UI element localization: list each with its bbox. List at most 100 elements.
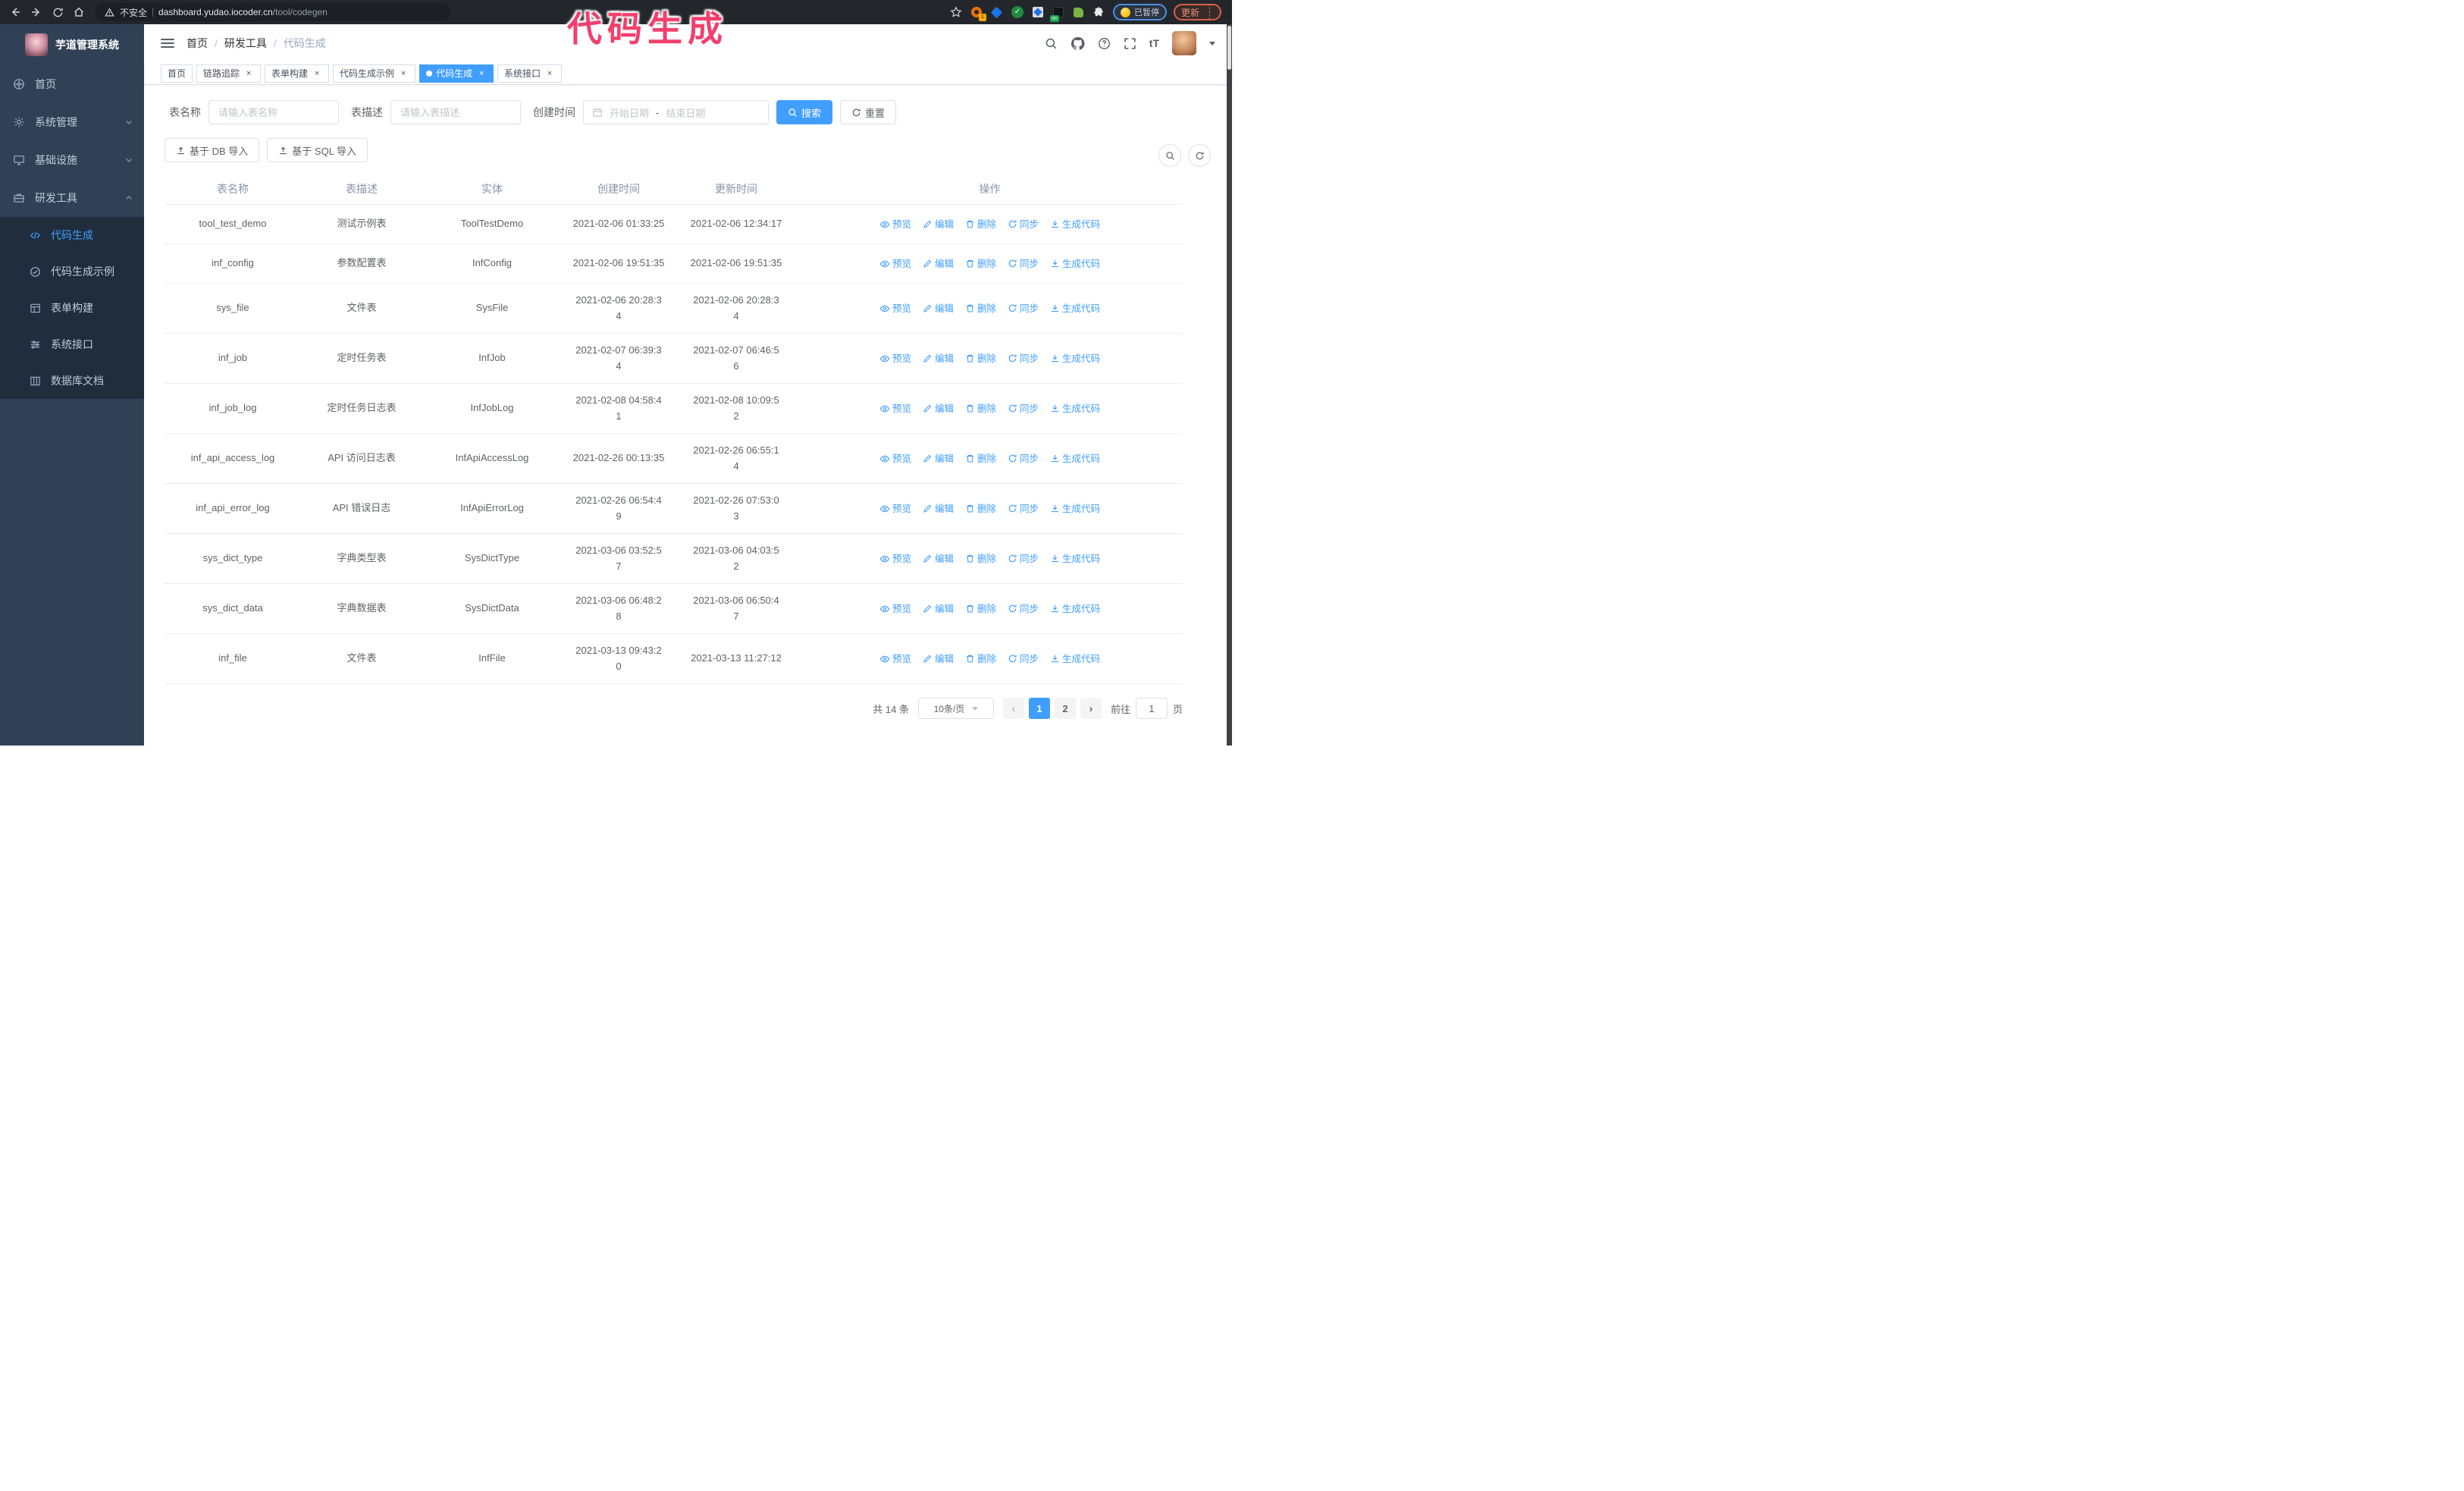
action-download-link[interactable]: 生成代码: [1050, 601, 1100, 617]
tab-5[interactable]: 系统接口 ×: [497, 64, 563, 83]
action-eye-link[interactable]: 预览: [879, 256, 911, 272]
avatar[interactable]: [1172, 31, 1196, 55]
sidebar-subitem-3[interactable]: 系统接口: [0, 326, 144, 363]
tab-1[interactable]: 链路追踪 ×: [196, 64, 262, 83]
action-download-link[interactable]: 生成代码: [1050, 401, 1100, 416]
action-trash-link[interactable]: 删除: [965, 601, 996, 617]
extension-orange-icon[interactable]: 1: [970, 5, 986, 21]
tab-0[interactable]: 首页: [161, 64, 193, 83]
action-sync-link[interactable]: 同步: [1008, 301, 1039, 316]
close-icon[interactable]: ×: [243, 68, 254, 79]
action-edit-link[interactable]: 编辑: [923, 451, 954, 466]
action-sync-link[interactable]: 同步: [1008, 401, 1039, 416]
page-size-select[interactable]: 10条/页: [917, 698, 994, 719]
page-button-2[interactable]: 2: [1054, 698, 1076, 719]
action-edit-link[interactable]: 编辑: [923, 651, 954, 667]
help-icon[interactable]: [1098, 37, 1111, 50]
action-download-link[interactable]: 生成代码: [1050, 217, 1100, 232]
header-search-icon[interactable]: [1045, 37, 1058, 50]
close-icon[interactable]: ×: [544, 68, 555, 79]
bookmark-star-icon[interactable]: [949, 5, 963, 19]
action-download-link[interactable]: 生成代码: [1050, 501, 1100, 516]
action-download-link[interactable]: 生成代码: [1050, 301, 1100, 316]
toggle-search-button[interactable]: [1158, 144, 1181, 167]
extension-check-icon[interactable]: ✓: [1011, 5, 1024, 19]
action-edit-link[interactable]: 编辑: [923, 551, 954, 567]
action-sync-link[interactable]: 同步: [1008, 601, 1039, 617]
extension-on-icon[interactable]: on: [1049, 5, 1065, 22]
search-button[interactable]: 搜索: [776, 100, 833, 124]
extension-green-icon[interactable]: [1072, 5, 1086, 19]
update-button[interactable]: 更新 ⋮ ⋮: [1173, 4, 1221, 20]
date-end-placeholder[interactable]: 结束日期: [666, 105, 705, 120]
reload-icon[interactable]: [49, 3, 67, 21]
extension-gem-icon[interactable]: [990, 5, 1004, 19]
fullscreen-icon[interactable]: [1124, 37, 1136, 50]
sidebar-item-3[interactable]: 研发工具: [0, 179, 144, 217]
action-download-link[interactable]: 生成代码: [1050, 451, 1100, 466]
action-eye-link[interactable]: 预览: [879, 451, 911, 466]
action-trash-link[interactable]: 删除: [965, 351, 996, 366]
action-trash-link[interactable]: 删除: [965, 301, 996, 316]
action-download-link[interactable]: 生成代码: [1050, 256, 1100, 272]
sidebar-subitem-4[interactable]: 数据库文档: [0, 363, 144, 399]
table-name-input[interactable]: [208, 100, 339, 124]
action-sync-link[interactable]: 同步: [1008, 651, 1039, 667]
extensions-puzzle-icon[interactable]: [1092, 5, 1106, 19]
sidebar-subitem-2[interactable]: 表单构建: [0, 290, 144, 326]
import-db-button[interactable]: 基于 DB 导入: [165, 138, 260, 162]
action-trash-link[interactable]: 删除: [965, 451, 996, 466]
action-download-link[interactable]: 生成代码: [1050, 351, 1100, 366]
tab-2[interactable]: 表单构建 ×: [265, 64, 330, 83]
action-trash-link[interactable]: 删除: [965, 501, 996, 516]
home-icon[interactable]: [70, 3, 88, 21]
action-trash-link[interactable]: 删除: [965, 651, 996, 667]
action-sync-link[interactable]: 同步: [1008, 551, 1039, 567]
date-start-placeholder[interactable]: 开始日期: [610, 105, 649, 120]
import-sql-button[interactable]: 基于 SQL 导入: [267, 138, 368, 162]
action-trash-link[interactable]: 删除: [965, 217, 996, 232]
action-download-link[interactable]: 生成代码: [1050, 551, 1100, 567]
action-download-link[interactable]: 生成代码: [1050, 651, 1100, 667]
date-range-picker[interactable]: 开始日期 - 结束日期: [583, 100, 769, 124]
font-size-icon[interactable]: tT: [1149, 37, 1159, 49]
next-page-button[interactable]: ›: [1080, 698, 1102, 719]
sidebar-subitem-1[interactable]: 代码生成示例: [0, 253, 144, 290]
sidebar-subitem-0[interactable]: 代码生成: [0, 217, 144, 253]
back-icon[interactable]: [6, 3, 24, 21]
close-icon[interactable]: ×: [312, 68, 322, 79]
page-scrollbar[interactable]: [1227, 24, 1232, 746]
action-edit-link[interactable]: 编辑: [923, 401, 954, 416]
refresh-button[interactable]: [1188, 144, 1211, 167]
table-desc-input[interactable]: [390, 100, 521, 124]
page-button-1[interactable]: 1: [1028, 698, 1050, 719]
sidebar-logo-row[interactable]: 芋道管理系统: [0, 24, 144, 65]
breadcrumb-item-0[interactable]: 首页: [187, 36, 208, 51]
tab-4[interactable]: 代码生成 ×: [419, 64, 494, 83]
forward-icon[interactable]: [27, 3, 45, 21]
prev-page-button[interactable]: ‹: [1002, 698, 1024, 719]
action-eye-link[interactable]: 预览: [879, 501, 911, 516]
action-eye-link[interactable]: 预览: [879, 301, 911, 316]
sidebar-toggle-icon[interactable]: [161, 39, 174, 48]
profile-paused-chip[interactable]: 已暂停: [1112, 4, 1167, 20]
action-edit-link[interactable]: 编辑: [923, 256, 954, 272]
action-eye-link[interactable]: 预览: [879, 351, 911, 366]
breadcrumb-item-1[interactable]: 研发工具: [224, 36, 267, 51]
close-icon[interactable]: ×: [476, 68, 487, 79]
action-sync-link[interactable]: 同步: [1008, 501, 1039, 516]
avatar-caret-icon[interactable]: [1209, 41, 1215, 46]
goto-input[interactable]: [1135, 698, 1168, 719]
extension-grid-icon[interactable]: [1031, 5, 1045, 19]
action-sync-link[interactable]: 同步: [1008, 256, 1039, 272]
sidebar-item-0[interactable]: 首页: [0, 65, 144, 103]
reset-button[interactable]: 重置: [840, 100, 897, 124]
action-eye-link[interactable]: 预览: [879, 601, 911, 617]
action-trash-link[interactable]: 删除: [965, 401, 996, 416]
action-eye-link[interactable]: 预览: [879, 401, 911, 416]
action-eye-link[interactable]: 预览: [879, 217, 911, 232]
action-edit-link[interactable]: 编辑: [923, 217, 954, 232]
action-edit-link[interactable]: 编辑: [923, 351, 954, 366]
address-bar[interactable]: 不安全 dashboard.yudao.iocoder.cn/tool/code…: [96, 3, 450, 21]
scrollbar-thumb[interactable]: [1227, 26, 1231, 70]
